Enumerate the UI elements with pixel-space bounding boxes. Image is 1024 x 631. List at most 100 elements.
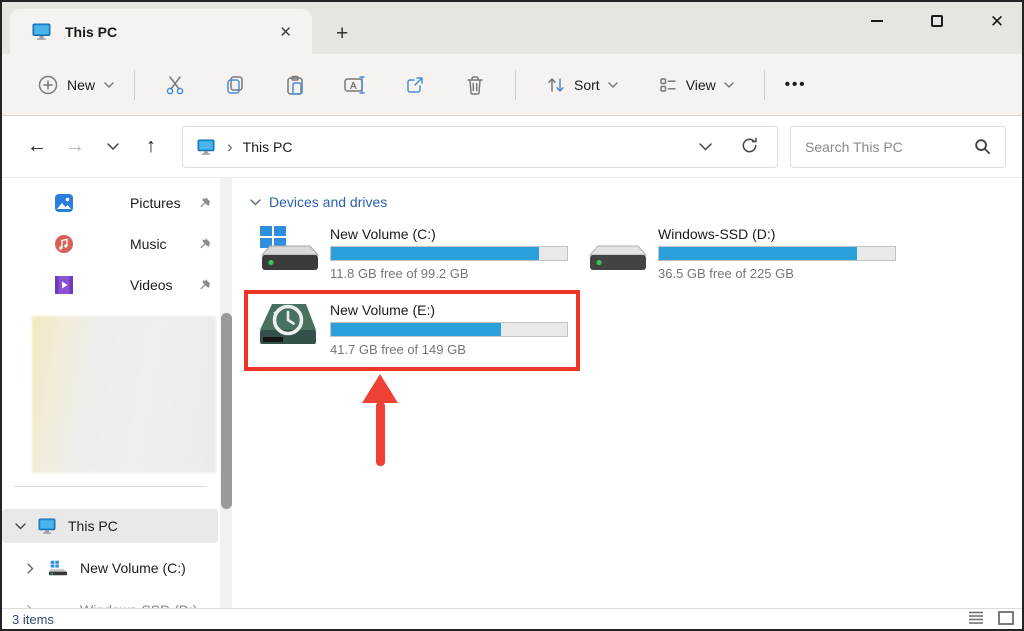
sidebar-item-music[interactable]: Music bbox=[2, 227, 220, 261]
navigation-pane: Pictures Music bbox=[2, 178, 234, 608]
sort-icon bbox=[546, 75, 566, 95]
drive-free-space: 11.8 GB free of 99.2 GB bbox=[330, 266, 570, 281]
copy-icon bbox=[224, 74, 246, 96]
drive-free-space: 36.5 GB free of 225 GB bbox=[658, 266, 898, 281]
tab-title: This PC bbox=[65, 24, 273, 40]
drive-usage-bar bbox=[330, 322, 568, 337]
paste-icon bbox=[284, 74, 306, 96]
group-header-label: Devices and drives bbox=[269, 194, 387, 210]
back-button[interactable]: ← bbox=[18, 130, 56, 164]
copy-button[interactable] bbox=[211, 64, 259, 106]
drive-tile-c[interactable]: New Volume (C:) 11.8 GB free of 99.2 GB bbox=[256, 224, 576, 281]
drive-usage-bar bbox=[658, 246, 896, 261]
search-icon bbox=[974, 138, 991, 155]
details-view-button[interactable] bbox=[968, 611, 984, 627]
sidebar-divider bbox=[14, 486, 206, 487]
blurred-thumbnail bbox=[32, 316, 216, 473]
sidebar-item-label: New Volume (C:) bbox=[80, 560, 186, 576]
sort-button[interactable]: Sort bbox=[534, 67, 630, 103]
tab-this-pc[interactable]: This PC ✕ bbox=[10, 9, 312, 54]
chevron-down-icon bbox=[699, 143, 712, 151]
forward-button[interactable]: → bbox=[56, 130, 94, 164]
new-button[interactable]: New bbox=[28, 67, 124, 103]
sidebar-item-label: Music bbox=[130, 236, 197, 252]
paste-button[interactable] bbox=[271, 64, 319, 106]
search-placeholder: Search This PC bbox=[805, 139, 974, 155]
rename-icon: A bbox=[343, 74, 367, 96]
search-input[interactable]: Search This PC bbox=[790, 126, 1006, 168]
share-button[interactable] bbox=[391, 64, 439, 106]
breadcrumb-separator: › bbox=[227, 137, 233, 157]
address-bar[interactable]: › This PC bbox=[182, 126, 778, 168]
sidebar-scrollbar-thumb[interactable] bbox=[221, 313, 232, 509]
rename-button[interactable]: A bbox=[331, 64, 379, 106]
sidebar-item-drive-c[interactable]: New Volume (C:) bbox=[2, 551, 218, 585]
drive-tile-d[interactable]: Windows-SSD (D:) 36.5 GB free of 225 GB bbox=[584, 224, 904, 281]
red-arrow-annotation bbox=[362, 374, 398, 470]
command-toolbar: New A bbox=[2, 54, 1022, 116]
close-button[interactable]: ✕ bbox=[986, 10, 1008, 32]
sidebar-item-videos[interactable]: Videos bbox=[2, 268, 220, 302]
chevron-right-icon[interactable] bbox=[12, 563, 48, 574]
tab-bar: This PC ✕ + ✕ bbox=[2, 2, 1022, 54]
monitor-icon bbox=[197, 139, 215, 155]
chevron-down-icon[interactable] bbox=[2, 523, 38, 530]
gray-drive-icon bbox=[584, 224, 648, 274]
new-tab-button[interactable]: + bbox=[336, 23, 348, 44]
sidebar-item-label: Pictures bbox=[130, 195, 197, 211]
backup-drive-icon bbox=[256, 300, 320, 350]
minimize-button[interactable] bbox=[866, 10, 888, 32]
pictures-icon bbox=[54, 193, 74, 213]
cut-icon bbox=[164, 74, 186, 96]
drive-free-space: 41.7 GB free of 149 GB bbox=[330, 342, 570, 357]
history-dropdown-button[interactable] bbox=[94, 130, 132, 164]
window-controls: ✕ bbox=[866, 10, 1008, 32]
group-header-devices-and-drives[interactable]: Devices and drives bbox=[250, 194, 387, 210]
monitor-icon bbox=[38, 518, 56, 534]
share-icon bbox=[404, 74, 426, 96]
windows-drive-icon bbox=[256, 224, 320, 274]
sidebar-item-drive-d[interactable]: Windows-SSD (D:) bbox=[2, 593, 218, 608]
more-options-button[interactable]: ••• bbox=[775, 70, 817, 99]
chevron-down-icon bbox=[107, 143, 119, 150]
view-button[interactable]: View bbox=[646, 67, 746, 103]
toolbar-separator bbox=[134, 70, 135, 100]
tab-close-icon[interactable]: ✕ bbox=[273, 21, 298, 43]
status-bar: 3 items bbox=[2, 608, 1022, 629]
drive-usage-fill bbox=[331, 323, 501, 336]
videos-icon bbox=[54, 275, 74, 295]
maximize-button[interactable] bbox=[926, 10, 948, 32]
sidebar-item-this-pc[interactable]: This PC bbox=[2, 509, 218, 543]
cut-button[interactable] bbox=[151, 64, 199, 106]
large-icons-view-button[interactable] bbox=[998, 611, 1014, 628]
sidebar-item-label: This PC bbox=[68, 518, 118, 534]
files-pane: Devices and drives New Volume (C:) 11.8 … bbox=[234, 178, 1022, 608]
sort-button-label: Sort bbox=[574, 77, 600, 93]
sidebar-item-pictures[interactable]: Pictures bbox=[2, 186, 220, 220]
drive-tile-e[interactable]: New Volume (E:) 41.7 GB free of 149 GB bbox=[256, 300, 576, 357]
pin-icon bbox=[197, 278, 212, 293]
chevron-down-icon bbox=[608, 82, 618, 88]
new-button-label: New bbox=[67, 77, 95, 93]
toolbar-separator bbox=[764, 70, 765, 100]
minimize-icon bbox=[871, 20, 883, 22]
view-icon bbox=[658, 75, 678, 95]
pin-icon bbox=[197, 237, 212, 252]
drive-usage-fill bbox=[659, 247, 857, 260]
delete-button[interactable] bbox=[451, 64, 499, 106]
trash-icon bbox=[464, 74, 486, 96]
item-count: 3 items bbox=[12, 612, 54, 627]
drive-usage-bar bbox=[330, 246, 568, 261]
refresh-button[interactable] bbox=[740, 136, 759, 158]
large-icons-view-icon bbox=[998, 611, 1014, 625]
address-row: ← → ↑ › This PC bbox=[2, 116, 1022, 178]
refresh-icon bbox=[740, 136, 759, 155]
toolbar-separator bbox=[515, 70, 516, 100]
close-icon: ✕ bbox=[990, 13, 1004, 30]
up-button[interactable]: ↑ bbox=[132, 130, 170, 164]
address-dropdown-button[interactable] bbox=[699, 139, 712, 154]
drive-usage-fill bbox=[331, 247, 539, 260]
breadcrumb[interactable]: This PC bbox=[243, 139, 699, 155]
monitor-icon bbox=[32, 23, 51, 40]
maximize-icon bbox=[931, 15, 943, 27]
